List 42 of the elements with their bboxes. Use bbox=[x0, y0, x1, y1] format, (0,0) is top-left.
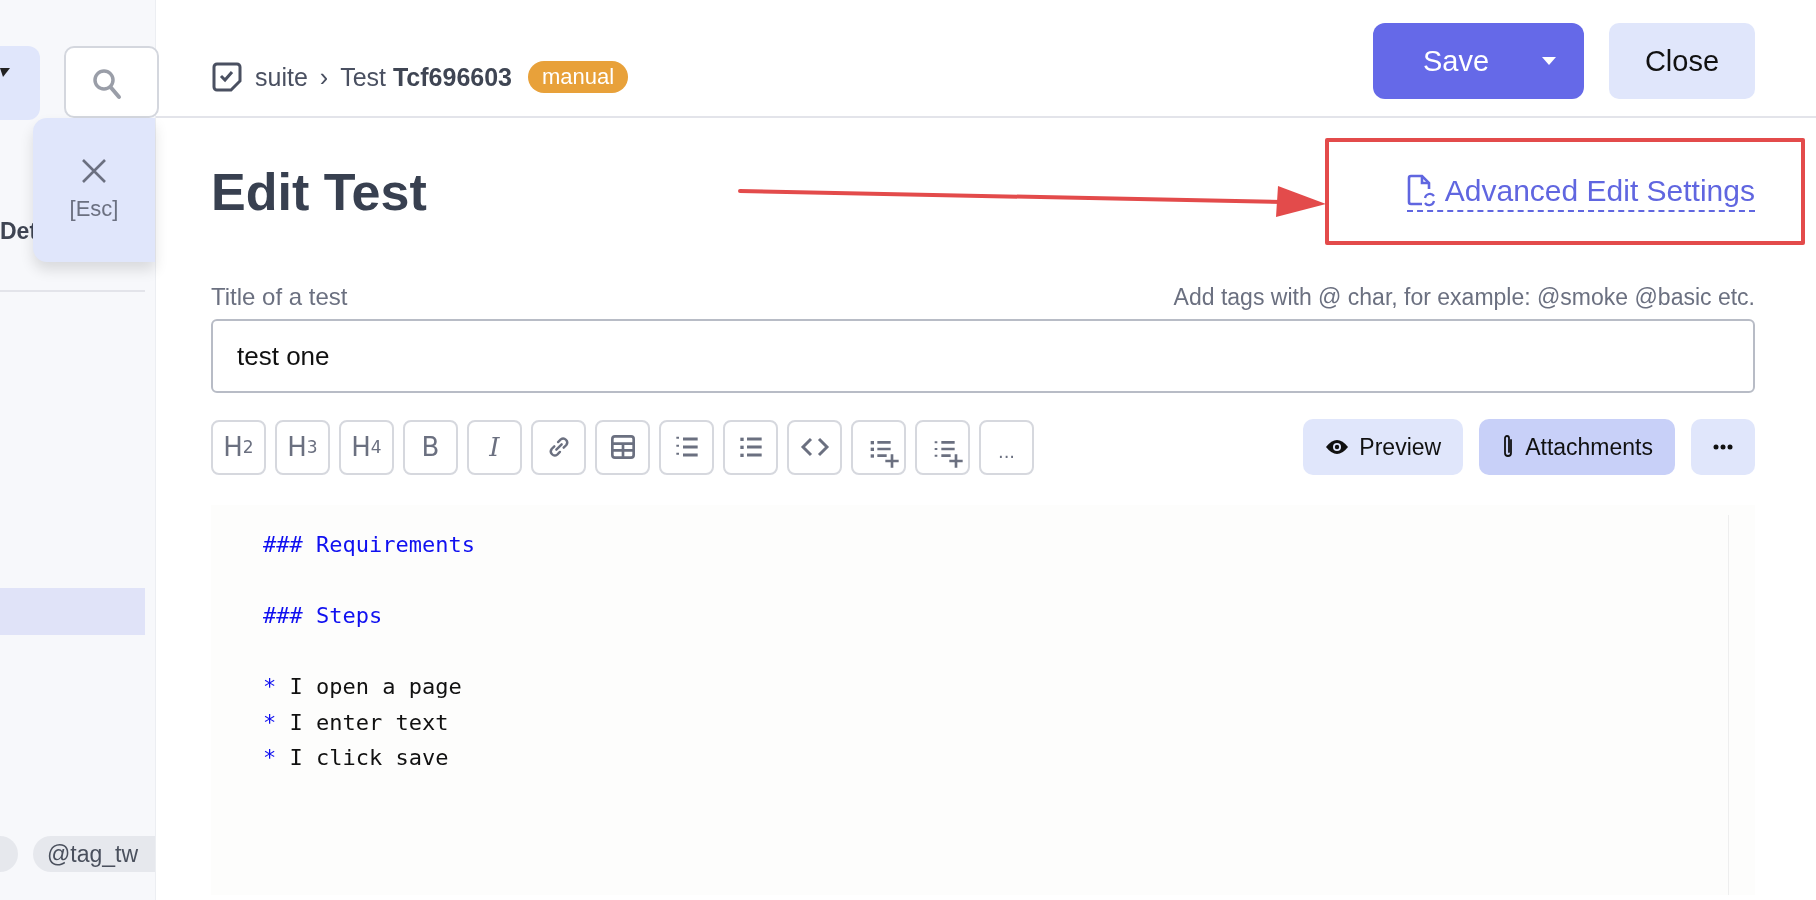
code-line: * I click save bbox=[263, 745, 449, 770]
close-icon bbox=[81, 158, 107, 184]
code-line: ### Requirements bbox=[263, 532, 475, 557]
code-line: * I enter text bbox=[263, 709, 449, 735]
status-badge: manual bbox=[528, 61, 629, 93]
code-button[interactable] bbox=[787, 419, 842, 475]
title-input[interactable]: test one bbox=[211, 319, 1755, 393]
search-field[interactable] bbox=[64, 46, 159, 118]
preview-button[interactable]: Preview bbox=[1303, 419, 1464, 475]
checklist-icon bbox=[211, 61, 243, 93]
attachments-button[interactable]: Attachments bbox=[1479, 419, 1675, 475]
test-name: Test Tcf696603 bbox=[340, 62, 512, 92]
add-numbered-list-button[interactable] bbox=[915, 419, 970, 475]
document-sync-icon bbox=[1406, 173, 1437, 208]
breadcrumb-link[interactable]: suite bbox=[255, 62, 308, 92]
close-button[interactable]: Close bbox=[1609, 23, 1755, 99]
advanced-settings-link[interactable]: Advanced Edit Settings bbox=[1406, 173, 1755, 212]
bullet-list-button[interactable] bbox=[723, 419, 778, 475]
tag-chip: @tag_tw bbox=[33, 836, 155, 872]
heading-button[interactable]: H4 bbox=[339, 419, 394, 475]
field-hint: Add tags with @ char, for example: @smoke @basic etc. bbox=[1173, 284, 1755, 311]
code-line: ### Steps bbox=[263, 603, 383, 628]
heading-button[interactable]: H3 bbox=[275, 419, 330, 475]
eye-icon bbox=[1325, 439, 1350, 455]
link-button[interactable] bbox=[531, 419, 586, 475]
code-line: * I open a page bbox=[263, 674, 462, 699]
page-title: Edit Test bbox=[211, 161, 427, 222]
add-list-button[interactable] bbox=[851, 419, 906, 475]
numbered-list-button[interactable] bbox=[659, 419, 714, 475]
bold-button[interactable]: B bbox=[403, 419, 458, 475]
caret-icon bbox=[0, 68, 10, 78]
table-button[interactable] bbox=[595, 419, 650, 475]
heading-button[interactable]: H2 bbox=[211, 419, 266, 475]
caret-icon bbox=[1542, 57, 1556, 65]
close-button[interactable]: [Esc] bbox=[33, 118, 155, 262]
italic-button[interactable]: I bbox=[467, 419, 522, 475]
more-icon bbox=[1713, 444, 1733, 450]
save-button[interactable]: Save bbox=[1373, 23, 1584, 99]
breadcrumb-separator: › bbox=[319, 62, 329, 92]
field-label: Title of a test bbox=[211, 283, 348, 311]
search-icon bbox=[92, 68, 122, 100]
more-button[interactable]: ... bbox=[979, 419, 1034, 475]
